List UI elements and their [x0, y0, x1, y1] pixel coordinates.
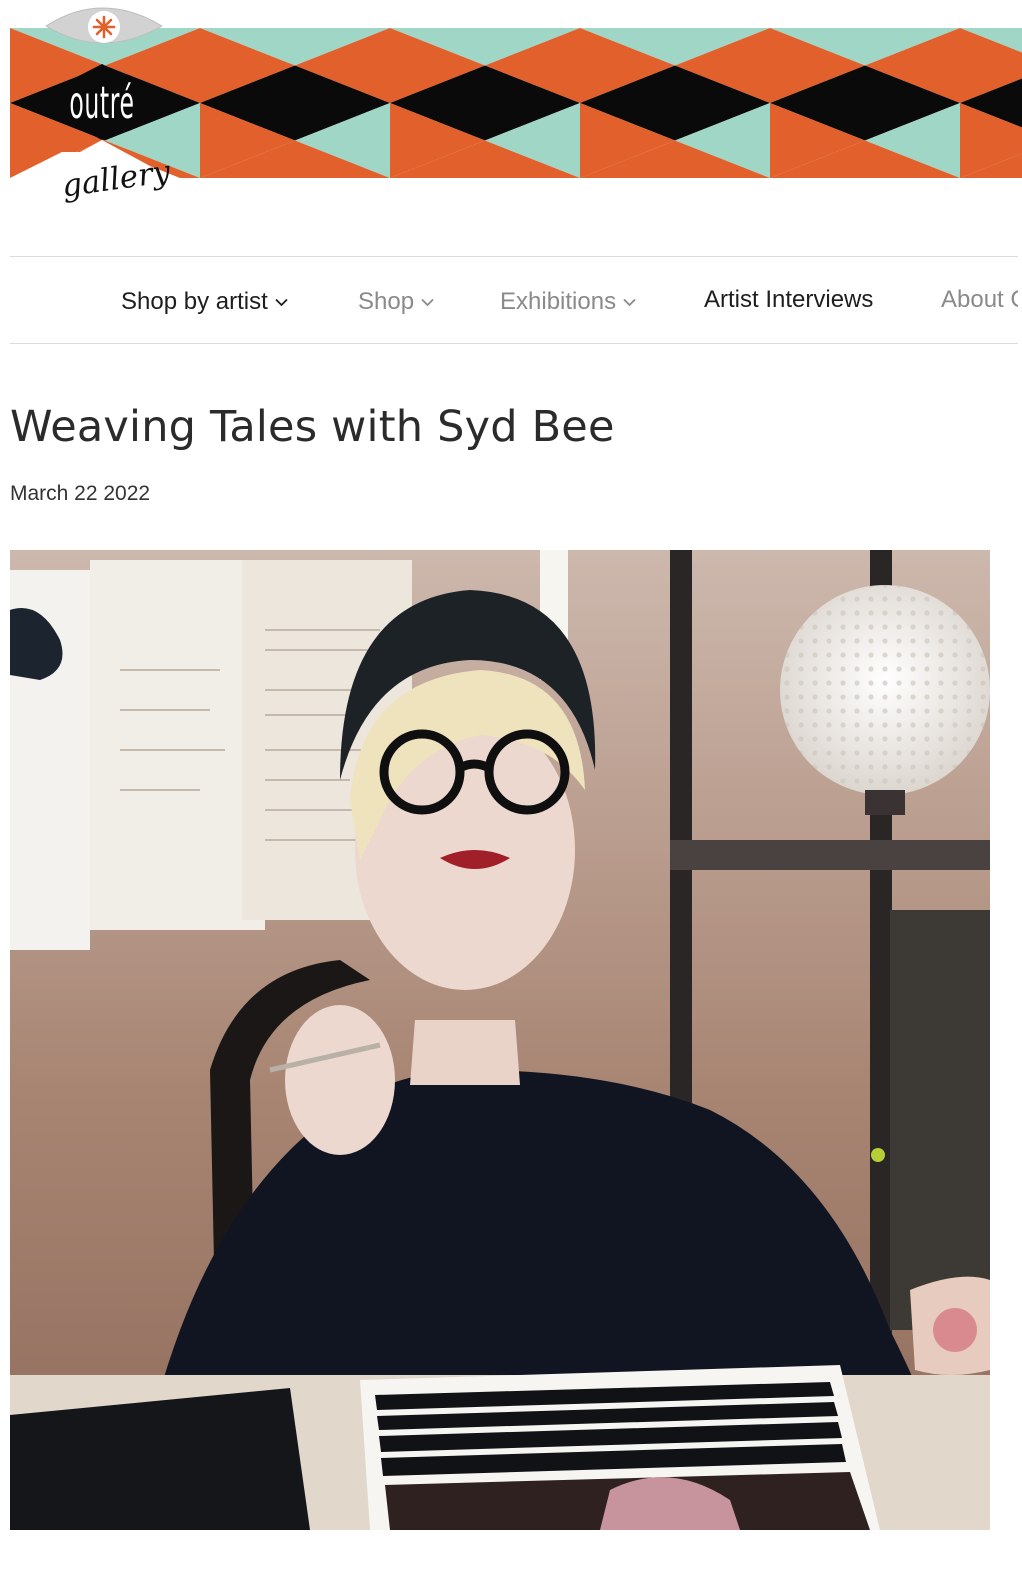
nav-label: Shop — [358, 288, 415, 315]
nav-label: About C — [941, 286, 1018, 313]
chevron-down-icon — [421, 257, 434, 343]
page: outré gallery Shop by artist Shop Exhibi… — [0, 0, 1022, 1572]
nav-label: Shop by artist — [121, 288, 268, 315]
nav-shop[interactable]: Shop — [358, 257, 434, 343]
nav-about[interactable]: About C — [941, 257, 1018, 343]
nav-artist-interviews[interactable]: Artist Interviews — [704, 257, 873, 343]
artist-portrait-image — [10, 550, 990, 1530]
article-featured-photo — [10, 550, 990, 1530]
nav-label: Artist Interviews — [704, 286, 874, 313]
main-navigation: Shop by artist Shop Exhibitions Artist I… — [10, 256, 1018, 344]
banner-pattern: outré gallery — [10, 7, 1022, 205]
chevron-down-icon — [623, 257, 636, 343]
header-banner-home-link[interactable]: outré gallery — [10, 0, 1022, 210]
chevron-down-icon — [275, 257, 288, 343]
article-title: Weaving Tales with Syd Bee — [10, 402, 615, 452]
article-date: March 22 2022 — [10, 482, 151, 505]
nav-shop-by-artist[interactable]: Shop by artist — [121, 257, 288, 343]
logo-word: outré — [69, 78, 134, 129]
nav-label: Exhibitions — [500, 288, 617, 315]
nav-exhibitions[interactable]: Exhibitions — [500, 257, 636, 343]
